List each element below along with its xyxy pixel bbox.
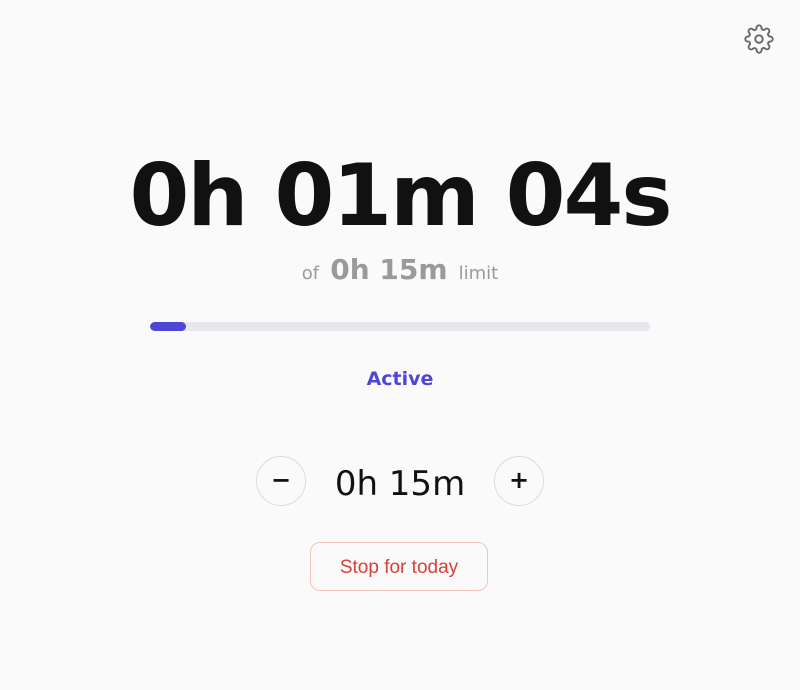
limit-stepper: − 0h 15m + bbox=[256, 456, 544, 506]
increase-limit-button[interactable]: + bbox=[494, 456, 544, 506]
limit-prefix: of bbox=[301, 263, 320, 284]
status-label: Active bbox=[366, 368, 434, 390]
limit-stepper-value: 0h 15m bbox=[334, 464, 466, 504]
stop-for-today-button[interactable]: Stop for today bbox=[310, 542, 488, 591]
limit-suffix: limit bbox=[458, 263, 499, 284]
timer-app: 0h 01m 04s of 0h 15m limit Active − 0h 1… bbox=[0, 0, 800, 690]
gear-icon bbox=[744, 24, 774, 54]
decrease-limit-button[interactable]: − bbox=[256, 456, 306, 506]
limit-value: 0h 15m bbox=[330, 253, 448, 286]
elapsed-time: 0h 01m 04s bbox=[129, 146, 672, 246]
settings-button[interactable] bbox=[744, 24, 774, 54]
progress-fill bbox=[150, 322, 186, 331]
limit-summary: of 0h 15m limit bbox=[0, 250, 800, 294]
progress-bar bbox=[150, 322, 650, 331]
